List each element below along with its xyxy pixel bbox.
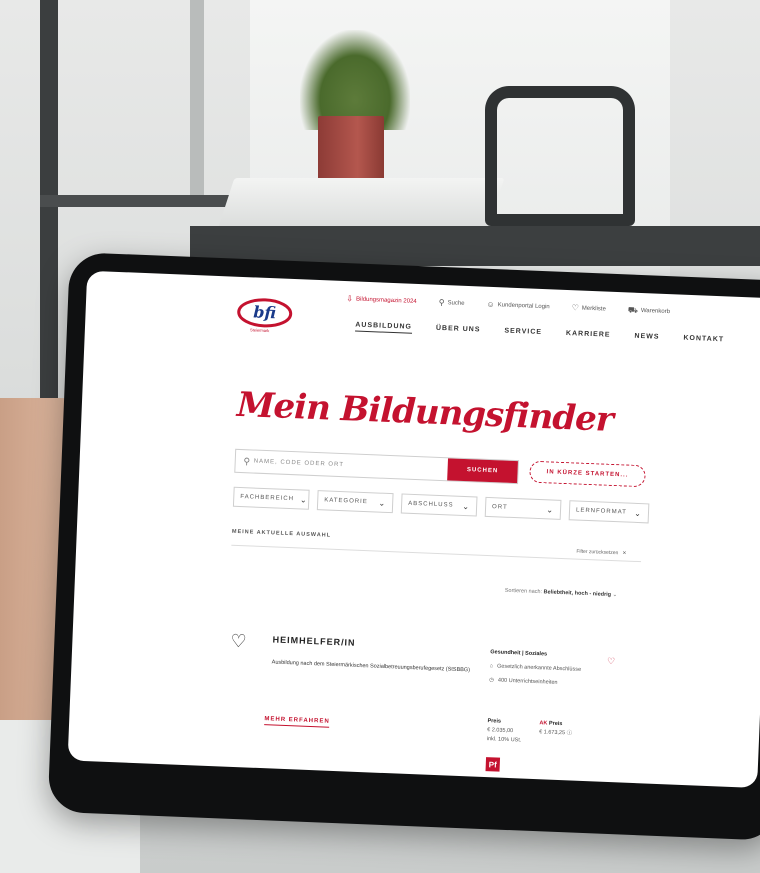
- course-meta: Gesundheit | Soziales ⌂ Gesetzlich anerk…: [489, 649, 582, 687]
- reset-label: Filter zurücksetzen: [576, 548, 619, 557]
- magazine-link[interactable]: ⇩ Bildungsmagazin 2024: [346, 294, 417, 306]
- heart-icon: ♡: [571, 303, 580, 313]
- magazine-label: Bildungsmagazin 2024: [355, 296, 417, 305]
- main-navigation: AUSBILDUNG ÜBER UNS SERVICE KARRIERE NEW…: [355, 321, 724, 347]
- nav-item-ausbildung[interactable]: AUSBILDUNG: [355, 321, 413, 334]
- certificate-row: ⌂ Gesetzlich anerkannte Abschlüsse: [490, 663, 582, 673]
- nav-item-kontakt[interactable]: KONTAKT: [683, 335, 724, 347]
- nav-item-karriere[interactable]: KARRIERE: [566, 330, 611, 342]
- close-icon: ✕: [622, 550, 627, 557]
- filter-label: ABSCHLUSS: [408, 500, 454, 509]
- course-description: Ausbildung nach dem Steiermärkischen Soz…: [271, 659, 471, 674]
- bfi-logo[interactable]: bfi: [235, 295, 294, 331]
- chevron-down-icon: ⌄: [299, 494, 308, 505]
- top-utility-bar: ⇩ Bildungsmagazin 2024 ⚲ Suche ☺ Kundenp…: [346, 294, 671, 316]
- ak-badge: AK: [539, 720, 548, 727]
- search-label: Suche: [447, 300, 465, 307]
- ak-price-label: Preis: [548, 720, 563, 728]
- filter-label: FACHBEREICH: [240, 494, 295, 503]
- price-block: Preis € 2.035,00 inkl. 10% USt.: [487, 717, 523, 745]
- filter-lernformat[interactable]: LERNFORMAT ⌄: [568, 500, 650, 524]
- selection-heading: MEINE AKTUELLE AUSWAHL: [231, 528, 332, 539]
- tablet-screen: bfi Steiermark ⇩ Bildungsmagazin 2024 ⚲ …: [67, 270, 760, 789]
- chevron-down-icon: ⌄: [546, 504, 555, 515]
- reset-filter-link[interactable]: Filter zurücksetzen ✕: [576, 549, 626, 557]
- nav-item-news[interactable]: NEWS: [634, 333, 659, 344]
- filter-label: ORT: [491, 504, 508, 511]
- nav-item-ueber-uns[interactable]: ÜBER UNS: [436, 325, 481, 337]
- watchlist-label: Merkliste: [581, 305, 606, 313]
- sort-label: Sortieren nach:: [504, 587, 543, 596]
- search-button[interactable]: SUCHEN: [447, 458, 518, 484]
- tablet: bfi Steiermark ⇩ Bildungsmagazin 2024 ⚲ …: [47, 252, 760, 841]
- search-icon: ⚲: [438, 297, 445, 308]
- logo-icon: bfi: [237, 298, 293, 328]
- quickstart-button[interactable]: IN KÜRZE STARTEN...: [529, 460, 646, 488]
- chevron-down-icon: ⌄: [462, 501, 471, 511]
- search-bar: ⚲ NAME, CODE ODER ORT SUCHEN: [234, 448, 520, 485]
- plant: [300, 30, 410, 130]
- login-link[interactable]: ☺ Kundenportal Login: [486, 299, 550, 312]
- login-label: Kundenportal Login: [497, 302, 550, 311]
- filter-kategorie[interactable]: KATEGORIE ⌄: [316, 490, 394, 514]
- cart-link[interactable]: ⛟ Warenkorb: [627, 305, 671, 316]
- svg-text:bfi: bfi: [253, 302, 277, 322]
- download-icon: ⇩: [346, 294, 354, 304]
- page-title: Mein Bildungsfinder: [236, 384, 614, 440]
- filter-fachbereich[interactable]: FACHBEREICH ⌄: [232, 486, 310, 510]
- heart-pulse-icon: ♡: [230, 630, 248, 652]
- cart-label: Warenkorb: [640, 307, 671, 316]
- filter-bar: FACHBEREICH ⌄ KATEGORIE ⌄ ABSCHLUSS ⌄ ORT ⌄ …: [232, 486, 650, 524]
- ak-price-block: AK Preis € 1.673,25 ⓘ: [539, 719, 573, 738]
- pf-badge: Pf: [485, 757, 501, 772]
- search-icon: ⚲: [243, 455, 251, 466]
- filter-label: LERNFORMAT: [575, 507, 628, 516]
- chevron-down-icon: ⌄: [634, 508, 643, 518]
- favorite-heart-icon[interactable]: ♡: [607, 656, 615, 667]
- filter-abschluss[interactable]: ABSCHLUSS ⌄: [400, 493, 478, 517]
- user-icon: ☺: [486, 299, 495, 310]
- price-note: inkl. 10% USt.: [486, 736, 522, 744]
- nav-item-service[interactable]: SERVICE: [504, 328, 542, 340]
- watchlist-link[interactable]: ♡ Merkliste: [571, 303, 606, 313]
- more-info-link[interactable]: MEHR ERFAHREN: [264, 716, 330, 728]
- hours-label: 400 Unterrichtseinheiten: [497, 677, 558, 686]
- ak-price-value: € 1.673,25: [538, 729, 566, 737]
- search-link[interactable]: ⚲ Suche: [438, 297, 465, 308]
- sort-dropdown[interactable]: Sortieren nach: Beliebtheit, hoch - nied…: [505, 588, 618, 599]
- graduation-cap-icon: ⌂: [489, 663, 494, 670]
- filter-label: KATEGORIE: [324, 497, 368, 506]
- plant-pot: [318, 116, 384, 186]
- filter-ort[interactable]: ORT ⌄: [484, 496, 562, 520]
- search-input[interactable]: NAME, CODE ODER ORT: [254, 459, 448, 473]
- sort-value: Beliebtheit, hoch - niedrig: [543, 589, 612, 598]
- clock-icon: ◷: [489, 677, 495, 684]
- certificate-label: Gesetzlich anerkannte Abschlüsse: [496, 663, 582, 673]
- course-title[interactable]: HEIMHELFER/IN: [272, 634, 355, 647]
- chevron-down-icon: ⌄: [378, 498, 387, 508]
- info-icon[interactable]: ⓘ: [566, 730, 572, 736]
- chevron-down-icon: ⌄: [612, 592, 618, 599]
- cart-icon: ⛟: [627, 305, 639, 315]
- window-post: [190, 0, 204, 200]
- logo-subtitle: Steiermark: [249, 327, 270, 334]
- course-category: Gesundheit | Soziales: [490, 649, 548, 658]
- hours-row: ◷ 400 Unterrichtseinheiten: [489, 677, 581, 687]
- chair: [485, 86, 635, 226]
